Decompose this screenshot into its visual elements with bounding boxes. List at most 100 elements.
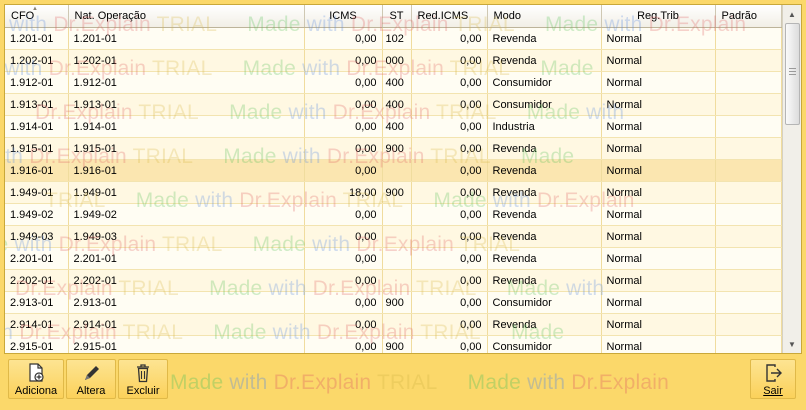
delete-button-label: Excluir [126,385,160,397]
cell-cfo: 1.915-01 [5,137,69,160]
table-row[interactable]: 2.913-01 2.913-01 0,00 900 0,00 Consumidor Nor… [5,291,782,314]
cell-st [382,247,412,270]
exit-door-icon [751,363,795,383]
cell-red-icms: 0,00 [411,335,488,353]
cell-reg-trib: Normal [601,137,716,160]
table-row[interactable]: 1.949-01 1.949-01 18,00 900 0,00 Revenda Norma… [5,181,782,204]
cell-icms: 0,00 [304,247,383,270]
cfo-grid[interactable]: ▲ CFO Nat. Operação ICMS ST Red.ICMS Modo… [4,4,802,354]
cell-modo: Consumidor [487,291,602,314]
table-row[interactable]: 1.912-01 1.912-01 0,00 400 0,00 Consumidor Nor… [5,71,782,94]
cell-modo: Revenda [487,49,602,72]
cell-nat-operacao: 1.913-01 [68,93,305,116]
cell-cfo: 2.202-01 [5,269,69,292]
cell-icms: 0,00 [304,203,383,226]
cell-red-icms: 0,00 [411,203,488,226]
edit-button[interactable]: Altera [66,359,116,399]
col-header-cfo[interactable]: ▲ CFO [5,5,69,28]
add-button-label: Adiciona [14,385,58,397]
add-button[interactable]: Adiciona [8,359,64,399]
table-row[interactable]: 1.915-01 1.915-01 0,00 900 0,00 Revenda Normal [5,137,782,160]
cell-modo: Revenda [487,181,602,204]
table-row[interactable]: 1.913-01 1.913-01 0,00 400 0,00 Consumidor Nor… [5,93,782,116]
document-plus-icon [9,363,63,383]
cell-nat-operacao: 2.914-01 [68,313,305,336]
cell-modo: Revenda [487,27,602,50]
table-row[interactable]: 2.201-01 2.201-01 0,00 0,00 Revenda Normal [5,247,782,270]
col-header-padrao[interactable]: Padrão [715,5,782,28]
cell-red-icms: 0,00 [411,291,488,314]
cell-red-icms: 0,00 [411,49,488,72]
table-row[interactable]: 1.201-01 1.201-01 0,00 102 0,00 Revenda Normal [5,27,782,50]
cell-reg-trib: Normal [601,93,716,116]
cell-cfo: 1.914-01 [5,115,69,138]
table-row[interactable]: 1.949-03 1.949-03 0,00 0,00 Revenda Normal [5,225,782,248]
trash-icon [119,363,167,383]
delete-button[interactable]: Excluir [118,359,168,399]
cell-icms: 0,00 [304,159,383,182]
table-row[interactable]: 2.202-01 2.202-01 0,00 0,00 Revenda Normal [5,269,782,292]
scrollbar-thumb[interactable] [785,23,800,125]
cell-cfo: 1.913-01 [5,93,69,116]
cell-nat-operacao: 1.912-01 [68,71,305,94]
cell-red-icms: 0,00 [411,313,488,336]
cell-red-icms: 0,00 [411,225,488,248]
cell-reg-trib: Normal [601,269,716,292]
cell-padrao [715,181,782,204]
col-header-modo[interactable]: Modo [487,5,602,28]
cell-cfo: 1.949-03 [5,225,69,248]
col-header-icms[interactable]: ICMS [304,5,383,28]
cell-padrao [715,159,782,182]
cell-icms: 0,00 [304,93,383,116]
cell-nat-operacao: 1.914-01 [68,115,305,138]
cell-icms: 0,00 [304,313,383,336]
table-row[interactable]: 1.916-01 1.916-01 0,00 0,00 Revenda Normal [5,159,782,182]
cell-modo: Industria [487,115,602,138]
cell-reg-trib: Normal [601,49,716,72]
cell-red-icms: 0,00 [411,269,488,292]
cell-reg-trib: Normal [601,291,716,314]
cell-icms: 0,00 [304,225,383,248]
cell-modo: Consumidor [487,93,602,116]
cell-padrao [715,335,782,353]
cell-st: 900 [382,181,412,204]
table-header-row: ▲ CFO Nat. Operação ICMS ST Red.ICMS Modo… [5,5,782,28]
cell-reg-trib: Normal [601,225,716,248]
cell-padrao [715,71,782,94]
table-row[interactable]: 2.914-01 2.914-01 0,00 0,00 Revenda Normal [5,313,782,336]
pencil-icon [67,363,115,383]
cell-reg-trib: Normal [601,313,716,336]
cell-icms: 0,00 [304,27,383,50]
exit-button[interactable]: Sair [750,359,796,399]
cell-red-icms: 0,00 [411,247,488,270]
table-row[interactable]: 1.202-01 1.202-01 0,00 000 0,00 Revenda Normal [5,49,782,72]
cell-red-icms: 0,00 [411,93,488,116]
cell-st: 102 [382,27,412,50]
cfo-table: ▲ CFO Nat. Operação ICMS ST Red.ICMS Modo… [5,5,782,353]
cell-reg-trib: Normal [601,115,716,138]
col-header-reg-trib[interactable]: Reg.Trib [601,5,716,28]
cell-nat-operacao: 2.201-01 [68,247,305,270]
cell-icms: 0,00 [304,137,383,160]
bottom-toolbar: Made with Dr.Explain TRIAL Made with Dr.… [0,356,806,410]
cell-modo: Consumidor [487,71,602,94]
table-row[interactable]: 2.915-01 2.915-01 0,00 900 0,00 Consumidor Nor… [5,335,782,353]
cell-nat-operacao: 1.915-01 [68,137,305,160]
cell-cfo: 1.201-01 [5,27,69,50]
scroll-down-icon[interactable]: ▼ [783,337,801,353]
col-header-nat-operacao[interactable]: Nat. Operação [68,5,305,28]
vertical-scrollbar[interactable]: ▲ ▼ [782,5,801,353]
table-row[interactable]: 1.914-01 1.914-01 0,00 400 0,00 Industria Norm… [5,115,782,138]
cell-padrao [715,115,782,138]
cell-cfo: 2.914-01 [5,313,69,336]
cell-nat-operacao: 1.916-01 [68,159,305,182]
col-header-red-icms[interactable]: Red.ICMS [411,5,488,28]
table-row[interactable]: 1.949-02 1.949-02 0,00 0,00 Revenda Normal [5,203,782,226]
cell-st: 400 [382,93,412,116]
cell-cfo: 1.949-02 [5,203,69,226]
cell-st [382,225,412,248]
col-header-st[interactable]: ST [382,5,412,28]
cell-padrao [715,225,782,248]
cell-padrao [715,49,782,72]
scroll-up-icon[interactable]: ▲ [783,7,801,23]
